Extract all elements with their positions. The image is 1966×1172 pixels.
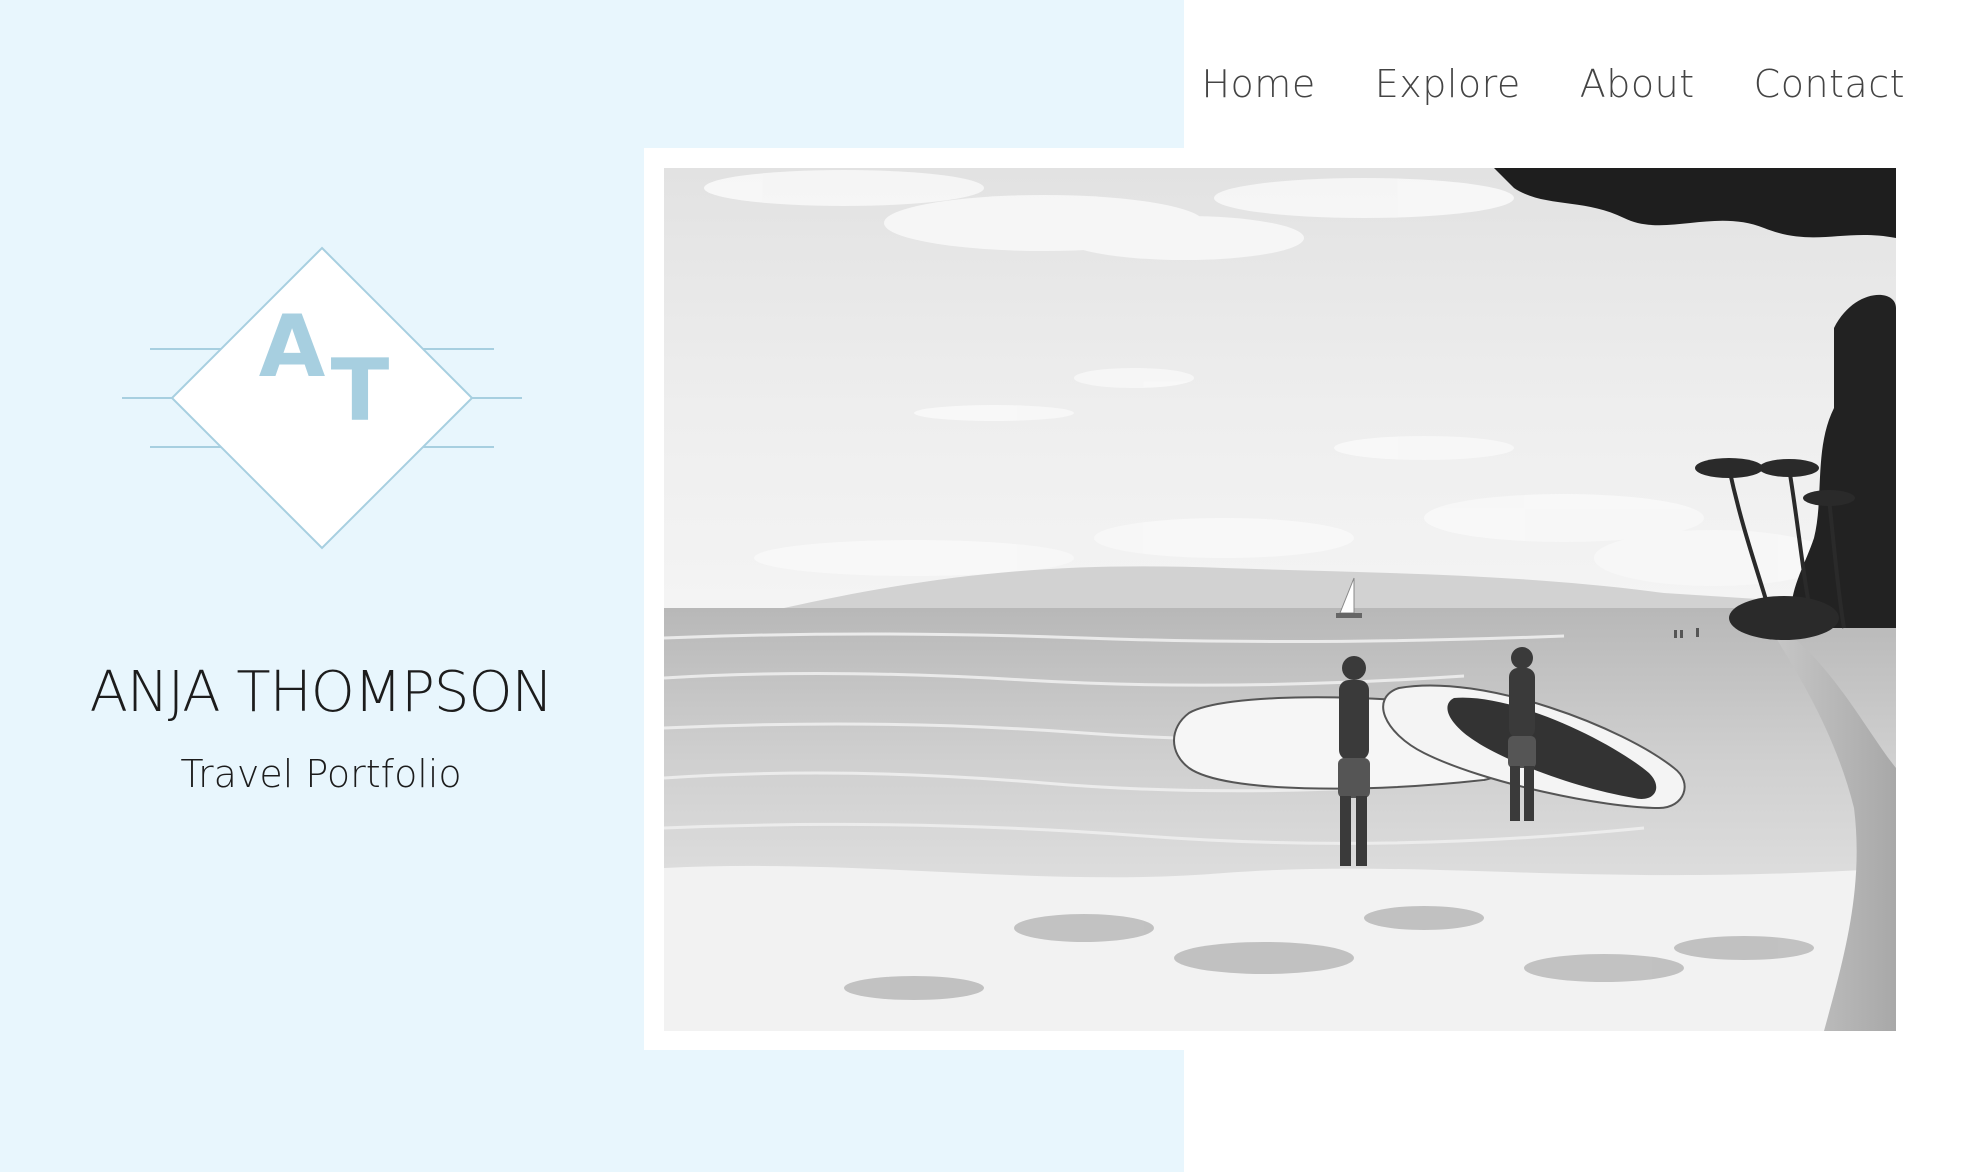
hero-photo[interactable] xyxy=(664,168,1896,1031)
surfers-beach-photo xyxy=(664,168,1896,1031)
main-nav: Home Explore About Contact xyxy=(1201,62,1905,106)
nav-contact-link[interactable]: Contact xyxy=(1754,62,1905,106)
nav-about-link[interactable]: About xyxy=(1580,62,1695,106)
nav-home-link[interactable]: Home xyxy=(1201,62,1315,106)
page: Home Explore About Contact A T ANJA THOM… xyxy=(0,0,1966,1172)
monogram-letter-a: A xyxy=(259,297,326,397)
nav-explore-link[interactable]: Explore xyxy=(1375,62,1521,106)
monogram-logo[interactable]: A T xyxy=(120,246,524,550)
hero-photo-frame xyxy=(644,148,1918,1050)
brand-name: ANJA THOMPSON xyxy=(89,660,554,725)
monogram-letter-t: T xyxy=(331,341,390,441)
brand-subtitle: Travel Portfolio xyxy=(180,752,462,796)
monogram-diamond-icon: A T xyxy=(122,246,522,550)
